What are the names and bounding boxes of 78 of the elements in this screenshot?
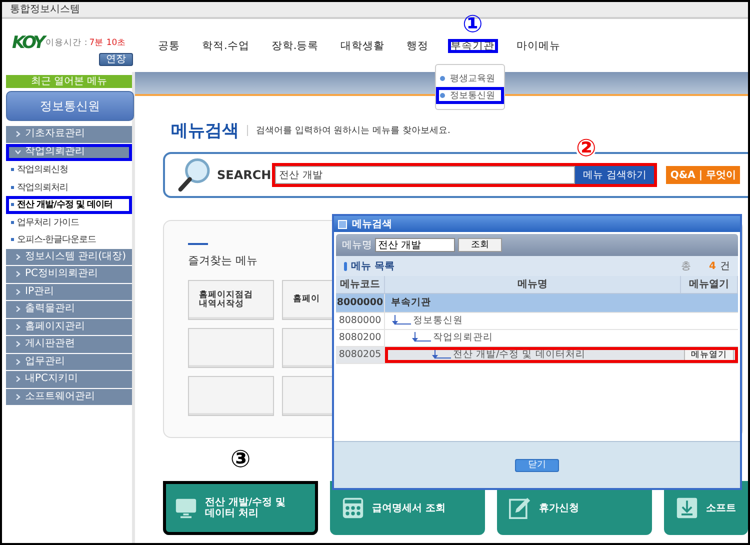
table-cell: 8080000 bbox=[336, 313, 385, 329]
column-header: 메뉴코드 bbox=[336, 276, 385, 293]
column-header: 메뉴열기 bbox=[681, 276, 738, 293]
sidebar-group-item[interactable]: PC정비의뢰관리 bbox=[6, 266, 132, 284]
chevron-right-icon bbox=[15, 358, 21, 365]
search-field[interactable]: 전산 개발 bbox=[275, 166, 576, 184]
page-subtitle: 검색어를 입력하여 원하시는 메뉴를 찾아보세요. bbox=[256, 124, 450, 136]
dropdown-item[interactable]: 평생교육원 bbox=[436, 70, 504, 87]
nav-menu-item[interactable]: 대학생활 bbox=[338, 39, 388, 53]
bullet-icon bbox=[440, 76, 445, 81]
chevron-right-icon bbox=[15, 271, 21, 278]
favorites-title: 즐겨찾는 메뉴 bbox=[188, 253, 258, 268]
nav-menu-item[interactable]: 행정 bbox=[404, 39, 432, 53]
sidebar-group-item[interactable]: 기초자료관리 bbox=[6, 126, 132, 144]
nav-menu-item[interactable]: 장학.등록 bbox=[268, 39, 322, 53]
tree-connector-icon bbox=[431, 349, 453, 361]
sidebar-group-item[interactable]: 업무관리 bbox=[6, 354, 132, 371]
sidebar-group-item[interactable]: 게시판관련 bbox=[6, 336, 132, 354]
table-cell: 8000000 bbox=[336, 294, 385, 312]
chevron-right-icon bbox=[15, 394, 21, 400]
nav-menu-item[interactable]: 부속기관 bbox=[448, 39, 498, 53]
favorite-menu-button[interactable]: 홈페이지점검 내역서작성 bbox=[188, 280, 274, 320]
nav-menu-item[interactable]: 마이메뉴 bbox=[514, 39, 564, 53]
table-cell-text: 정보통신원 bbox=[413, 314, 463, 328]
step-marker: ③ bbox=[230, 447, 251, 471]
calculator-icon bbox=[342, 497, 364, 519]
search-icon bbox=[177, 156, 211, 194]
dropdown-item[interactable]: 정보통신원 bbox=[436, 87, 504, 104]
chevron-right-icon bbox=[15, 254, 21, 260]
pencil-icon bbox=[509, 497, 531, 519]
page-title: 메뉴검색 bbox=[171, 120, 239, 142]
sidebar-sub-item[interactable]: 전산 개발/수정 및 데이터 bbox=[6, 196, 132, 214]
tree-connector-icon bbox=[391, 315, 413, 327]
timer-label: 이용시간 : bbox=[46, 38, 88, 48]
chevron-down-icon bbox=[15, 148, 21, 155]
sidebar-group-item[interactable]: 작업의뢰관리 bbox=[6, 144, 132, 161]
list-bullet-icon bbox=[344, 262, 347, 270]
bullet-icon bbox=[440, 93, 445, 98]
total-unit: 건 bbox=[720, 260, 730, 273]
menu-search-button[interactable]: 메뉴 검색하기 bbox=[575, 166, 654, 184]
table-cell-text: 부속기관 bbox=[391, 296, 431, 310]
sidebar-group-item[interactable]: 정보시스템 관리(대장) bbox=[6, 248, 132, 266]
monitor-icon bbox=[175, 497, 197, 519]
dialog-title: 메뉴검색 bbox=[352, 218, 392, 231]
nav-menu-item[interactable]: 학적.수업 bbox=[199, 39, 252, 53]
chevron-right-icon bbox=[15, 288, 21, 295]
timer-value: 7분 10초 bbox=[89, 37, 126, 49]
section-title-button[interactable]: 정보통신원 bbox=[6, 91, 134, 121]
logo: KOY bbox=[12, 33, 44, 53]
table-cell: 8080200 bbox=[336, 330, 385, 346]
tree-connector-icon bbox=[411, 332, 433, 344]
chevron-right-icon bbox=[15, 341, 21, 348]
window-icon bbox=[338, 220, 347, 228]
download-icon bbox=[676, 497, 698, 519]
total-count: 4 bbox=[709, 260, 716, 272]
search-label: SEARCH bbox=[217, 168, 272, 182]
sidebar-group-item[interactable]: 홈페이지관리 bbox=[6, 318, 132, 336]
field-label: 메뉴명 bbox=[342, 239, 372, 252]
column-header: 메뉴명 bbox=[385, 276, 681, 293]
chevron-right-icon bbox=[15, 324, 21, 330]
query-button[interactable]: 조회 bbox=[458, 238, 502, 252]
chevron-right-icon bbox=[15, 131, 21, 138]
chevron-right-icon bbox=[15, 306, 21, 312]
extend-button[interactable]: 연장 bbox=[99, 53, 133, 66]
total-label: 총 bbox=[681, 260, 692, 273]
nav-menu-item[interactable]: 공통 bbox=[155, 39, 183, 53]
table-cell-text: 전산 개발/수정 및 데이터처리 bbox=[453, 348, 586, 362]
chevron-right-icon bbox=[15, 376, 21, 382]
quick-menu-tile[interactable]: 전산 개발/수정 및 데이터 처리 bbox=[163, 481, 318, 535]
sidebar-group-item[interactable]: IP관리 bbox=[6, 284, 132, 301]
sidebar-group-item[interactable]: 소프트웨어관리 bbox=[6, 388, 132, 406]
table-cell-text: 작업의뢰관리 bbox=[433, 331, 493, 345]
list-title: 메뉴 목록 bbox=[351, 260, 394, 273]
sidebar-group-item[interactable]: 내PC지키미 bbox=[6, 371, 132, 388]
open-menu-button[interactable]: 메뉴열기 bbox=[684, 349, 734, 361]
sidebar-group-item[interactable]: 출력물관리 bbox=[6, 301, 132, 318]
table-cell: 8080205 bbox=[336, 347, 385, 363]
menu-name-field[interactable]: 전산 개발 bbox=[375, 238, 455, 252]
